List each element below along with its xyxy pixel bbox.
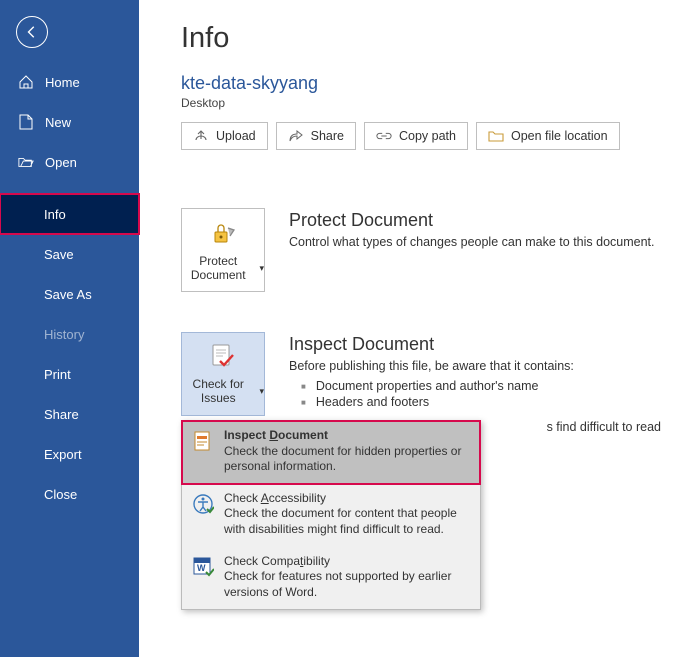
- nav-close-label: Close: [44, 487, 77, 502]
- nav-share[interactable]: Share: [0, 394, 139, 434]
- nav-open-label: Open: [45, 155, 77, 170]
- menu-check-compatibility[interactable]: W Check Compatibility Check for features…: [182, 547, 480, 610]
- nav-save[interactable]: Save: [0, 234, 139, 274]
- menu-inspect-document[interactable]: Inspect Document Check the document for …: [182, 421, 480, 484]
- inspect-doc-icon: [192, 430, 214, 452]
- nav-new-label: New: [45, 115, 71, 130]
- nav-export[interactable]: Export: [0, 434, 139, 474]
- share-button[interactable]: Share: [276, 122, 356, 150]
- nav-print[interactable]: Print: [0, 354, 139, 394]
- nav-saveas-label: Save As: [44, 287, 92, 302]
- copypath-label: Copy path: [399, 129, 456, 143]
- nav-open[interactable]: Open: [0, 142, 139, 182]
- nav-print-label: Print: [44, 367, 71, 382]
- menu-check-accessibility[interactable]: Check Accessibility Check the document f…: [182, 484, 480, 547]
- chevron-down-icon: ▾: [259, 263, 264, 274]
- protect-document-button[interactable]: Protect Document ▾: [181, 208, 265, 292]
- document-location: Desktop: [181, 96, 673, 110]
- page-title: Info: [181, 22, 673, 55]
- check-issues-label: Check for Issues: [182, 377, 254, 406]
- lock-icon: [208, 218, 238, 248]
- link-icon: [376, 128, 392, 144]
- nav-home[interactable]: Home: [0, 62, 139, 102]
- menu-accessibility-desc: Check the document for content that peop…: [224, 506, 457, 536]
- svg-text:W: W: [197, 563, 206, 573]
- nav-share-label: Share: [44, 407, 79, 422]
- home-icon: [18, 74, 34, 90]
- inspect-bullet-1: Document properties and author's name: [316, 379, 539, 393]
- nav-saveas[interactable]: Save As: [0, 274, 139, 314]
- openlocation-button[interactable]: Open file location: [476, 122, 620, 150]
- nav-export-label: Export: [44, 447, 82, 462]
- copypath-button[interactable]: Copy path: [364, 122, 468, 150]
- inspect-title: Inspect Document: [289, 334, 673, 355]
- nav-info-label: Info: [44, 207, 66, 222]
- open-icon: [18, 155, 34, 169]
- folder-icon: [488, 128, 504, 144]
- back-button[interactable]: [16, 16, 48, 48]
- protect-section: Protect Document ▾ Protect Document Contr…: [181, 208, 673, 292]
- check-issues-button[interactable]: Check for Issues ▾: [181, 332, 265, 416]
- protect-desc: Control what types of changes people can…: [289, 235, 673, 249]
- nav-save-label: Save: [44, 247, 74, 262]
- nav-home-label: Home: [45, 75, 80, 90]
- check-issues-menu: Inspect Document Check the document for …: [181, 420, 481, 610]
- nav-history-label: History: [44, 327, 84, 342]
- menu-compatibility-desc: Check for features not supported by earl…: [224, 569, 451, 599]
- nav-close[interactable]: Close: [0, 474, 139, 514]
- share-label: Share: [311, 129, 344, 143]
- upload-button[interactable]: Upload: [181, 122, 268, 150]
- compatibility-icon: W: [192, 556, 214, 578]
- new-icon: [18, 114, 34, 130]
- inspect-section: Check for Issues ▾ Inspect Document Befor…: [181, 332, 673, 427]
- backstage-sidebar: Home New Open Info Save Save As History …: [0, 0, 139, 657]
- share-icon: [288, 128, 304, 144]
- back-arrow-icon: [25, 25, 39, 39]
- upload-icon: [193, 128, 209, 144]
- protect-btn-label: Protect Document: [182, 254, 254, 283]
- document-name[interactable]: kte-data-skyyang: [181, 73, 673, 94]
- inspect-bullet-3-tail: s find difficult to read: [547, 420, 661, 434]
- main-panel: Info kte-data-skyyang Desktop Upload Sha…: [139, 0, 673, 657]
- nav-new[interactable]: New: [0, 102, 139, 142]
- action-buttons: Upload Share Copy path Open file locatio…: [181, 122, 673, 150]
- protect-title: Protect Document: [289, 210, 673, 231]
- check-icon: [209, 343, 237, 371]
- inspect-desc: Before publishing this file, be aware th…: [289, 359, 673, 373]
- upload-label: Upload: [216, 129, 256, 143]
- openlocation-label: Open file location: [511, 129, 608, 143]
- chevron-down-icon: ▾: [259, 386, 264, 397]
- inspect-bullet-2: Headers and footers: [316, 395, 429, 409]
- nav-info[interactable]: Info: [0, 194, 139, 234]
- nav-history[interactable]: History: [0, 314, 139, 354]
- accessibility-icon: [192, 493, 214, 515]
- menu-inspect-desc: Check the document for hidden properties…: [224, 444, 461, 474]
